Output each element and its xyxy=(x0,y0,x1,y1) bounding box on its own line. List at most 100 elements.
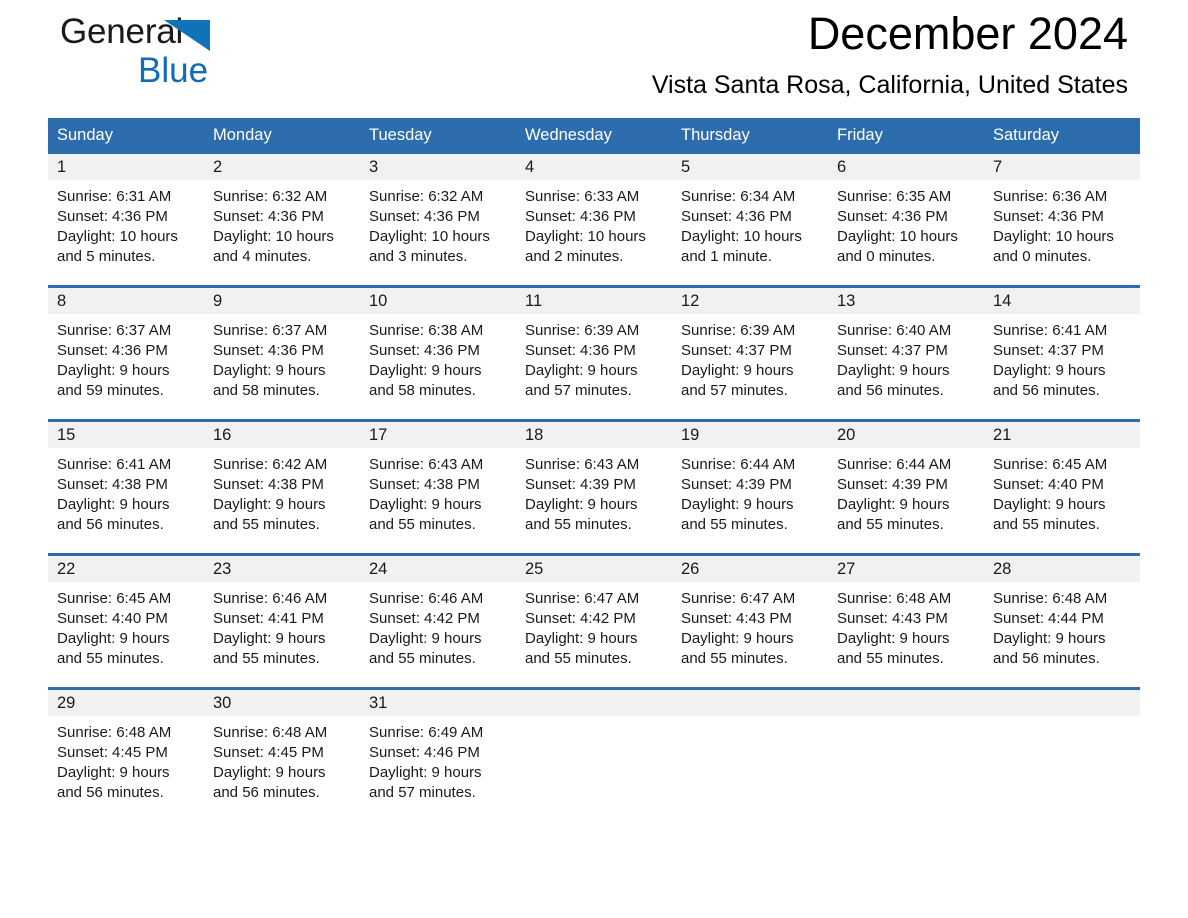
calendar-day-cell[interactable]: 17 Sunrise: 6:43 AM Sunset: 4:38 PM Dayligh… xyxy=(360,419,516,555)
daylight-text-line2: and 0 minutes. xyxy=(837,248,936,265)
day-number: 2 xyxy=(204,154,360,180)
calendar-day-cell[interactable]: 26 Sunrise: 6:47 AM Sunset: 4:43 PM Dayligh… xyxy=(672,553,828,689)
sunrise-text: Sunrise: 6:36 AM xyxy=(993,188,1108,205)
calendar-day-cell[interactable]: 6 Sunrise: 6:35 AM Sunset: 4:36 PM Daylight… xyxy=(828,154,984,287)
calendar-day-cell[interactable]: 10 Sunrise: 6:38 AM Sunset: 4:36 PM Dayligh… xyxy=(360,285,516,421)
calendar-day-cell[interactable]: 14 Sunrise: 6:41 AM Sunset: 4:37 PM Dayligh… xyxy=(984,285,1140,421)
calendar-day-cell[interactable]: 21 Sunrise: 6:45 AM Sunset: 4:40 PM Dayligh… xyxy=(984,419,1140,555)
day-number: 7 xyxy=(984,154,1140,180)
sunset-text: Sunset: 4:38 PM xyxy=(213,476,324,493)
generalblue-logo[interactable]: General Blue xyxy=(60,12,320,98)
calendar-day-cell[interactable]: 1 Sunrise: 6:31 AM Sunset: 4:36 PM Daylight… xyxy=(48,154,204,287)
daylight-text-line1: Daylight: 9 hours xyxy=(837,496,950,513)
sunrise-text: Sunrise: 6:38 AM xyxy=(369,322,484,339)
day-cell-inner: 20 Sunrise: 6:44 AM Sunset: 4:39 PM Dayligh… xyxy=(828,422,984,553)
day-details: Sunrise: 6:36 AM Sunset: 4:36 PM Daylight:… xyxy=(984,180,1140,267)
calendar-day-cell[interactable]: 15 Sunrise: 6:41 AM Sunset: 4:38 PM Dayligh… xyxy=(48,419,204,555)
calendar-day-cell[interactable]: 5 Sunrise: 6:34 AM Sunset: 4:36 PM Daylight… xyxy=(672,154,828,287)
day-number: 6 xyxy=(828,154,984,180)
daylight-text-line1: Daylight: 9 hours xyxy=(681,630,794,647)
sunrise-text: Sunrise: 6:41 AM xyxy=(57,456,172,473)
day-number: 27 xyxy=(828,556,984,582)
day-cell-inner: 4 Sunrise: 6:33 AM Sunset: 4:36 PM Daylight… xyxy=(516,154,672,285)
calendar-day-cell[interactable]: 18 Sunrise: 6:43 AM Sunset: 4:39 PM Dayligh… xyxy=(516,419,672,555)
daylight-text-line2: and 56 minutes. xyxy=(993,650,1100,667)
daylight-text-line1: Daylight: 9 hours xyxy=(369,496,482,513)
day-details: Sunrise: 6:39 AM Sunset: 4:36 PM Daylight:… xyxy=(516,314,672,401)
sunrise-text: Sunrise: 6:46 AM xyxy=(213,590,328,607)
sunset-text: Sunset: 4:38 PM xyxy=(369,476,480,493)
sunset-text: Sunset: 4:44 PM xyxy=(993,610,1104,627)
calendar-day-cell[interactable]: 2 Sunrise: 6:32 AM Sunset: 4:36 PM Daylight… xyxy=(204,154,360,287)
daylight-text-line2: and 55 minutes. xyxy=(369,650,476,667)
daylight-text-line2: and 56 minutes. xyxy=(837,382,944,399)
daylight-text-line2: and 59 minutes. xyxy=(57,382,164,399)
calendar-day-cell[interactable]: 25 Sunrise: 6:47 AM Sunset: 4:42 PM Dayligh… xyxy=(516,553,672,689)
daylight-text-line2: and 56 minutes. xyxy=(213,784,320,801)
daylight-text-line2: and 5 minutes. xyxy=(57,248,156,265)
sunrise-text: Sunrise: 6:32 AM xyxy=(213,188,328,205)
day-cell-inner: 6 Sunrise: 6:35 AM Sunset: 4:36 PM Daylight… xyxy=(828,154,984,285)
day-cell-inner: 28 Sunrise: 6:48 AM Sunset: 4:44 PM Dayligh… xyxy=(984,556,1140,687)
daylight-text-line2: and 57 minutes. xyxy=(681,382,788,399)
calendar-day-cell[interactable]: 3 Sunrise: 6:32 AM Sunset: 4:36 PM Daylight… xyxy=(360,154,516,287)
sunset-text: Sunset: 4:37 PM xyxy=(837,342,948,359)
sunset-text: Sunset: 4:43 PM xyxy=(681,610,792,627)
day-details: Sunrise: 6:46 AM Sunset: 4:41 PM Daylight:… xyxy=(204,582,360,669)
sunset-text: Sunset: 4:45 PM xyxy=(57,744,168,761)
day-number: 22 xyxy=(48,556,204,582)
calendar-day-cell[interactable]: 9 Sunrise: 6:37 AM Sunset: 4:36 PM Daylight… xyxy=(204,285,360,421)
calendar-day-cell[interactable]: 20 Sunrise: 6:44 AM Sunset: 4:39 PM Dayligh… xyxy=(828,419,984,555)
sunset-text: Sunset: 4:36 PM xyxy=(369,208,480,225)
daylight-text-line1: Daylight: 9 hours xyxy=(57,496,170,513)
day-cell-inner: 5 Sunrise: 6:34 AM Sunset: 4:36 PM Daylight… xyxy=(672,154,828,285)
day-details: Sunrise: 6:43 AM Sunset: 4:39 PM Daylight:… xyxy=(516,448,672,535)
calendar-day-cell[interactable]: 22 Sunrise: 6:45 AM Sunset: 4:40 PM Dayligh… xyxy=(48,553,204,689)
day-cell-inner: 10 Sunrise: 6:38 AM Sunset: 4:36 PM Dayligh… xyxy=(360,288,516,419)
calendar-day-cell[interactable]: 16 Sunrise: 6:42 AM Sunset: 4:38 PM Dayligh… xyxy=(204,419,360,555)
sunrise-text: Sunrise: 6:32 AM xyxy=(369,188,484,205)
daylight-text-line1: Daylight: 9 hours xyxy=(57,630,170,647)
sunset-text: Sunset: 4:40 PM xyxy=(57,610,168,627)
day-number: 20 xyxy=(828,422,984,448)
calendar-day-cell[interactable]: 12 Sunrise: 6:39 AM Sunset: 4:37 PM Dayligh… xyxy=(672,285,828,421)
day-number: 9 xyxy=(204,288,360,314)
day-cell-inner: 2 Sunrise: 6:32 AM Sunset: 4:36 PM Daylight… xyxy=(204,154,360,285)
calendar-day-cell[interactable]: 11 Sunrise: 6:39 AM Sunset: 4:36 PM Dayligh… xyxy=(516,285,672,421)
day-details: Sunrise: 6:43 AM Sunset: 4:38 PM Daylight:… xyxy=(360,448,516,535)
day-details xyxy=(828,716,984,723)
daylight-text-line1: Daylight: 9 hours xyxy=(213,630,326,647)
sunrise-text: Sunrise: 6:43 AM xyxy=(525,456,640,473)
calendar-day-cell[interactable]: 13 Sunrise: 6:40 AM Sunset: 4:37 PM Dayligh… xyxy=(828,285,984,421)
calendar-day-cell[interactable]: 23 Sunrise: 6:46 AM Sunset: 4:41 PM Dayligh… xyxy=(204,553,360,689)
daylight-text-line2: and 55 minutes. xyxy=(525,516,632,533)
page-header: General Blue December 2024 Vista Santa R… xyxy=(48,0,1140,118)
calendar-week-row: 29 Sunrise: 6:48 AM Sunset: 4:45 PM Dayligh… xyxy=(48,687,1140,821)
calendar-day-cell[interactable]: 30 Sunrise: 6:48 AM Sunset: 4:45 PM Dayligh… xyxy=(204,687,360,821)
sunrise-text: Sunrise: 6:31 AM xyxy=(57,188,172,205)
calendar-day-cell[interactable]: 31 Sunrise: 6:49 AM Sunset: 4:46 PM Dayligh… xyxy=(360,687,516,821)
daylight-text-line1: Daylight: 10 hours xyxy=(369,228,490,245)
calendar-day-cell[interactable]: 4 Sunrise: 6:33 AM Sunset: 4:36 PM Daylight… xyxy=(516,154,672,287)
calendar-week-row: 8 Sunrise: 6:37 AM Sunset: 4:36 PM Daylight… xyxy=(48,285,1140,421)
daylight-text-line1: Daylight: 9 hours xyxy=(837,362,950,379)
day-cell-inner: 26 Sunrise: 6:47 AM Sunset: 4:43 PM Dayligh… xyxy=(672,556,828,687)
day-number: 24 xyxy=(360,556,516,582)
daylight-text-line2: and 58 minutes. xyxy=(369,382,476,399)
day-number: 26 xyxy=(672,556,828,582)
calendar-day-cell[interactable]: 7 Sunrise: 6:36 AM Sunset: 4:36 PM Daylight… xyxy=(984,154,1140,287)
calendar-header-row: Sunday Monday Tuesday Wednesday Thursday… xyxy=(48,118,1140,154)
daylight-text-line2: and 0 minutes. xyxy=(993,248,1092,265)
calendar-day-cell[interactable]: 28 Sunrise: 6:48 AM Sunset: 4:44 PM Dayligh… xyxy=(984,553,1140,689)
weekday-header-friday: Friday xyxy=(828,118,984,154)
day-details: Sunrise: 6:40 AM Sunset: 4:37 PM Daylight:… xyxy=(828,314,984,401)
calendar-day-cell[interactable]: 29 Sunrise: 6:48 AM Sunset: 4:45 PM Dayligh… xyxy=(48,687,204,821)
daylight-text-line2: and 56 minutes. xyxy=(57,516,164,533)
day-cell-inner: 12 Sunrise: 6:39 AM Sunset: 4:37 PM Dayligh… xyxy=(672,288,828,419)
sunrise-text: Sunrise: 6:46 AM xyxy=(369,590,484,607)
calendar-day-cell[interactable]: 8 Sunrise: 6:37 AM Sunset: 4:36 PM Daylight… xyxy=(48,285,204,421)
calendar-day-cell[interactable]: 24 Sunrise: 6:46 AM Sunset: 4:42 PM Dayligh… xyxy=(360,553,516,689)
calendar-day-cell[interactable]: 19 Sunrise: 6:44 AM Sunset: 4:39 PM Dayligh… xyxy=(672,419,828,555)
sunset-text: Sunset: 4:38 PM xyxy=(57,476,168,493)
calendar-day-cell[interactable]: 27 Sunrise: 6:48 AM Sunset: 4:43 PM Dayligh… xyxy=(828,553,984,689)
